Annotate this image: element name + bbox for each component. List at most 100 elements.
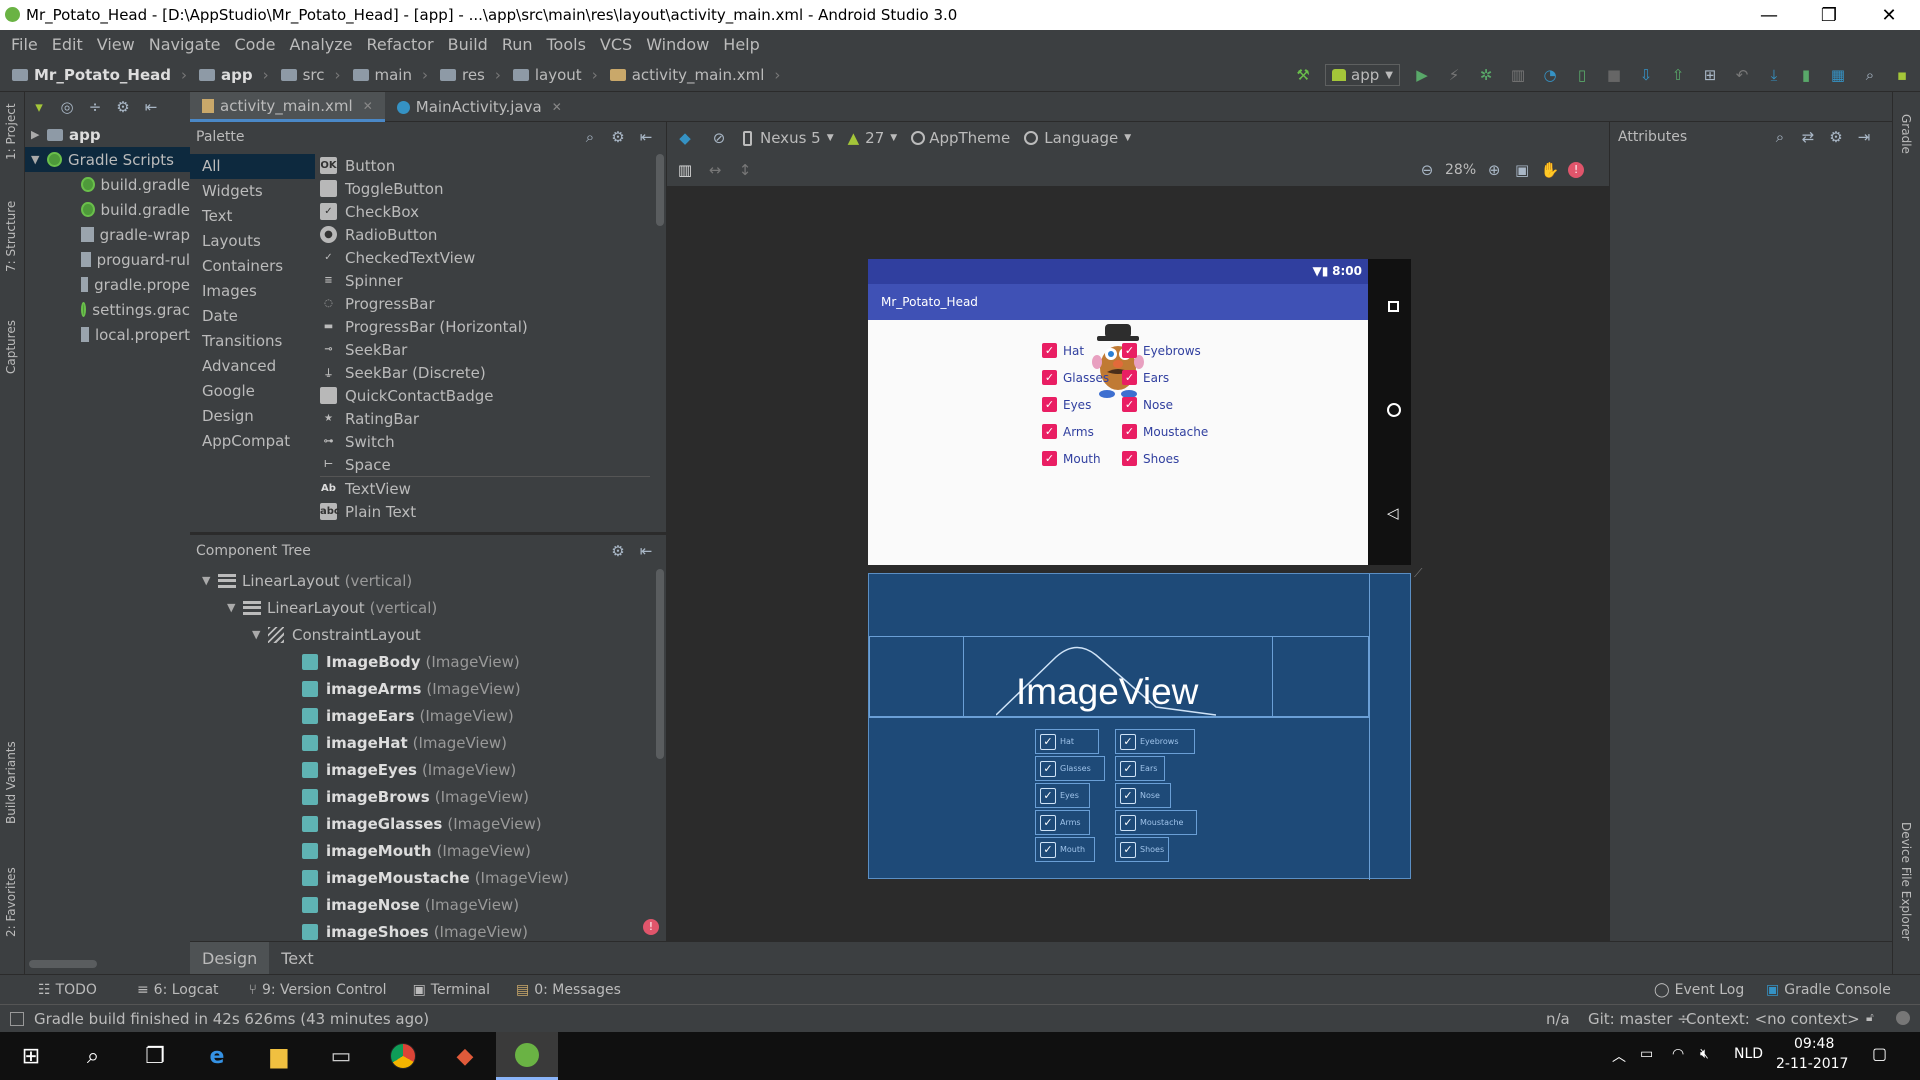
git-tool-icon[interactable]: ◆: [434, 1032, 496, 1080]
palette-item[interactable]: OK Button: [320, 154, 650, 177]
breadcrumb-res[interactable]: res ›: [439, 66, 501, 84]
blueprint-imageview[interactable]: ImageView: [963, 636, 1273, 717]
captures-tool-button[interactable]: Captures: [4, 320, 18, 374]
attach-process-icon[interactable]: ▯: [1572, 65, 1592, 85]
palette-category[interactable]: Containers: [190, 254, 315, 279]
debug-icon[interactable]: ✲: [1476, 65, 1496, 85]
horizontal-scrollbar[interactable]: [29, 960, 97, 968]
palette-category[interactable]: Layouts: [190, 229, 315, 254]
device-select[interactable]: Nexus 5 ▼: [743, 129, 834, 147]
hide-panel-icon[interactable]: ⇥: [1854, 127, 1874, 147]
profile-icon[interactable]: ◔: [1540, 65, 1560, 85]
gradle-console-tool-button[interactable]: ▣ Gradle Console: [1766, 982, 1891, 998]
palette-item[interactable]: ▬ ProgressBar (Horizontal): [320, 315, 650, 338]
blueprint-checkbox[interactable]: ✓ Moustache: [1115, 810, 1197, 835]
checkbox-shoes[interactable]: ✓ Shoes: [1122, 451, 1179, 466]
design-surface-icon[interactable]: ◆: [675, 128, 695, 148]
palette-category[interactable]: All: [190, 154, 315, 179]
zoom-out-icon[interactable]: ⊖: [1417, 160, 1437, 180]
blueprint-checkbox[interactable]: ✓ Shoes: [1115, 837, 1169, 862]
home-icon[interactable]: [1387, 403, 1401, 417]
pan-columns-icon[interactable]: ▥: [675, 160, 695, 180]
vcs-compare-icon[interactable]: ⊞: [1700, 65, 1720, 85]
component-tree-scrollbar[interactable]: [656, 569, 664, 759]
structure-tool-button[interactable]: 7: Structure: [4, 201, 18, 272]
palette-category[interactable]: Images: [190, 279, 315, 304]
event-log-tool-button[interactable]: ◯ Event Log: [1654, 982, 1744, 998]
tree-node[interactable]: imageHat (ImageView): [190, 729, 666, 756]
palette-item[interactable]: ✓ CheckedTextView: [320, 246, 650, 269]
terminal-app-icon[interactable]: ▭: [310, 1032, 372, 1080]
menu-analyze[interactable]: Analyze: [282, 35, 359, 54]
breadcrumb-src[interactable]: src ›: [280, 66, 341, 84]
checkbox-nose[interactable]: ✓ Nose: [1122, 397, 1173, 412]
tree-node[interactable]: imageBrows (ImageView): [190, 783, 666, 810]
tree-node[interactable]: imageGlasses (ImageView): [190, 810, 666, 837]
tree-node[interactable]: imageArms (ImageView): [190, 675, 666, 702]
vcs-commit-icon[interactable]: ⇧: [1668, 65, 1688, 85]
checkbox-moustache[interactable]: ✓ Moustache: [1122, 424, 1208, 439]
todo-tool-button[interactable]: ☷ TODO: [38, 982, 97, 998]
breadcrumb-file[interactable]: activity_main.xml ›: [609, 66, 780, 84]
palette-item[interactable]: Ab TextView: [320, 477, 650, 500]
search-everywhere-icon[interactable]: ⌕: [1860, 65, 1880, 85]
stop-icon[interactable]: ■: [1604, 65, 1624, 85]
tab-design[interactable]: Design: [190, 942, 270, 975]
settings-gear-icon[interactable]: ⚙: [608, 127, 628, 147]
file-explorer-icon[interactable]: ▆: [248, 1032, 310, 1080]
palette-category[interactable]: Transitions: [190, 329, 315, 354]
palette-category[interactable]: Widgets: [190, 179, 315, 204]
blueprint-checkbox[interactable]: ✓ Eyes: [1035, 783, 1090, 808]
menu-edit[interactable]: Edit: [45, 35, 90, 54]
palette-item[interactable]: ⍊ SeekBar (Discrete): [320, 361, 650, 384]
blueprint-checkbox[interactable]: ✓ Hat: [1035, 729, 1099, 754]
clock-time[interactable]: 09:48: [1794, 1036, 1834, 1052]
tree-node[interactable]: ▼ LinearLayout (vertical): [190, 567, 666, 594]
input-language[interactable]: NLD: [1734, 1046, 1763, 1062]
tree-node[interactable]: ▼ LinearLayout (vertical): [190, 594, 666, 621]
tree-node[interactable]: imageEyes (ImageView): [190, 756, 666, 783]
palette-category[interactable]: Date: [190, 304, 315, 329]
vcs-update-icon[interactable]: ⇩: [1636, 65, 1656, 85]
project-structure-icon[interactable]: ▦: [1828, 65, 1848, 85]
menu-tools[interactable]: Tools: [540, 35, 593, 54]
swap-view-icon[interactable]: ⇄: [1798, 127, 1818, 147]
checkbox-glasses[interactable]: ✓ Glasses: [1042, 370, 1109, 385]
tray-chevron-icon[interactable]: ︿: [1612, 1046, 1626, 1066]
menu-help[interactable]: Help: [716, 35, 766, 54]
lock-icon[interactable]: 🔓︎: [1866, 1010, 1874, 1025]
collapse-icon[interactable]: ÷: [85, 97, 105, 117]
error-icon[interactable]: !: [643, 919, 659, 935]
checkbox-hat[interactable]: ✓ Hat: [1042, 343, 1084, 358]
checkbox-eyebrows[interactable]: ✓ Eyebrows: [1122, 343, 1201, 358]
zoom-fit-icon[interactable]: ▣: [1512, 160, 1532, 180]
android-view-icon[interactable]: ▾: [29, 97, 49, 117]
chrome-icon[interactable]: [372, 1032, 434, 1080]
blueprint-view[interactable]: ImageView ✓ Hat ✓ Glasses ✓ Eyes ✓ Arms ✓ Mou…: [868, 573, 1411, 880]
wifi-icon[interactable]: ◠: [1672, 1046, 1684, 1062]
palette-item[interactable]: ≡ Spinner: [320, 269, 650, 292]
run-config-select[interactable]: app ▼: [1325, 64, 1400, 86]
checkbox-arms[interactable]: ✓ Arms: [1042, 424, 1094, 439]
close-button[interactable]: ✕: [1860, 0, 1918, 30]
orientation-icon[interactable]: ⊘: [709, 128, 729, 148]
favorites-tool-button[interactable]: 2: Favorites: [4, 867, 18, 937]
breadcrumb-layout[interactable]: layout ›: [512, 66, 598, 84]
tree-node[interactable]: imageEars (ImageView): [190, 702, 666, 729]
blueprint-checkbox[interactable]: ✓ Eyebrows: [1115, 729, 1195, 754]
palette-category[interactable]: AppCompat: [190, 429, 315, 454]
checkbox-mouth[interactable]: ✓ Mouth: [1042, 451, 1101, 466]
palette-category[interactable]: Google: [190, 379, 315, 404]
tree-node[interactable]: imageNose (ImageView): [190, 891, 666, 918]
api-level-select[interactable]: ▲ 27 ▼: [848, 129, 898, 147]
palette-category[interactable]: Text: [190, 204, 315, 229]
menu-navigate[interactable]: Navigate: [142, 35, 228, 54]
android-assistant-icon[interactable]: ▪: [1892, 65, 1912, 85]
edge-browser-icon[interactable]: e: [186, 1032, 248, 1080]
hide-panel-icon[interactable]: ⇤: [636, 541, 656, 561]
restore-button[interactable]: ❐: [1800, 0, 1858, 30]
git-branch[interactable]: Git: master ÷: [1588, 1010, 1690, 1028]
palette-item[interactable]: ◌ ProgressBar: [320, 292, 650, 315]
tree-item-file[interactable]: build.gradle: [25, 197, 190, 222]
tree-item-app[interactable]: ▶ app: [25, 122, 190, 147]
